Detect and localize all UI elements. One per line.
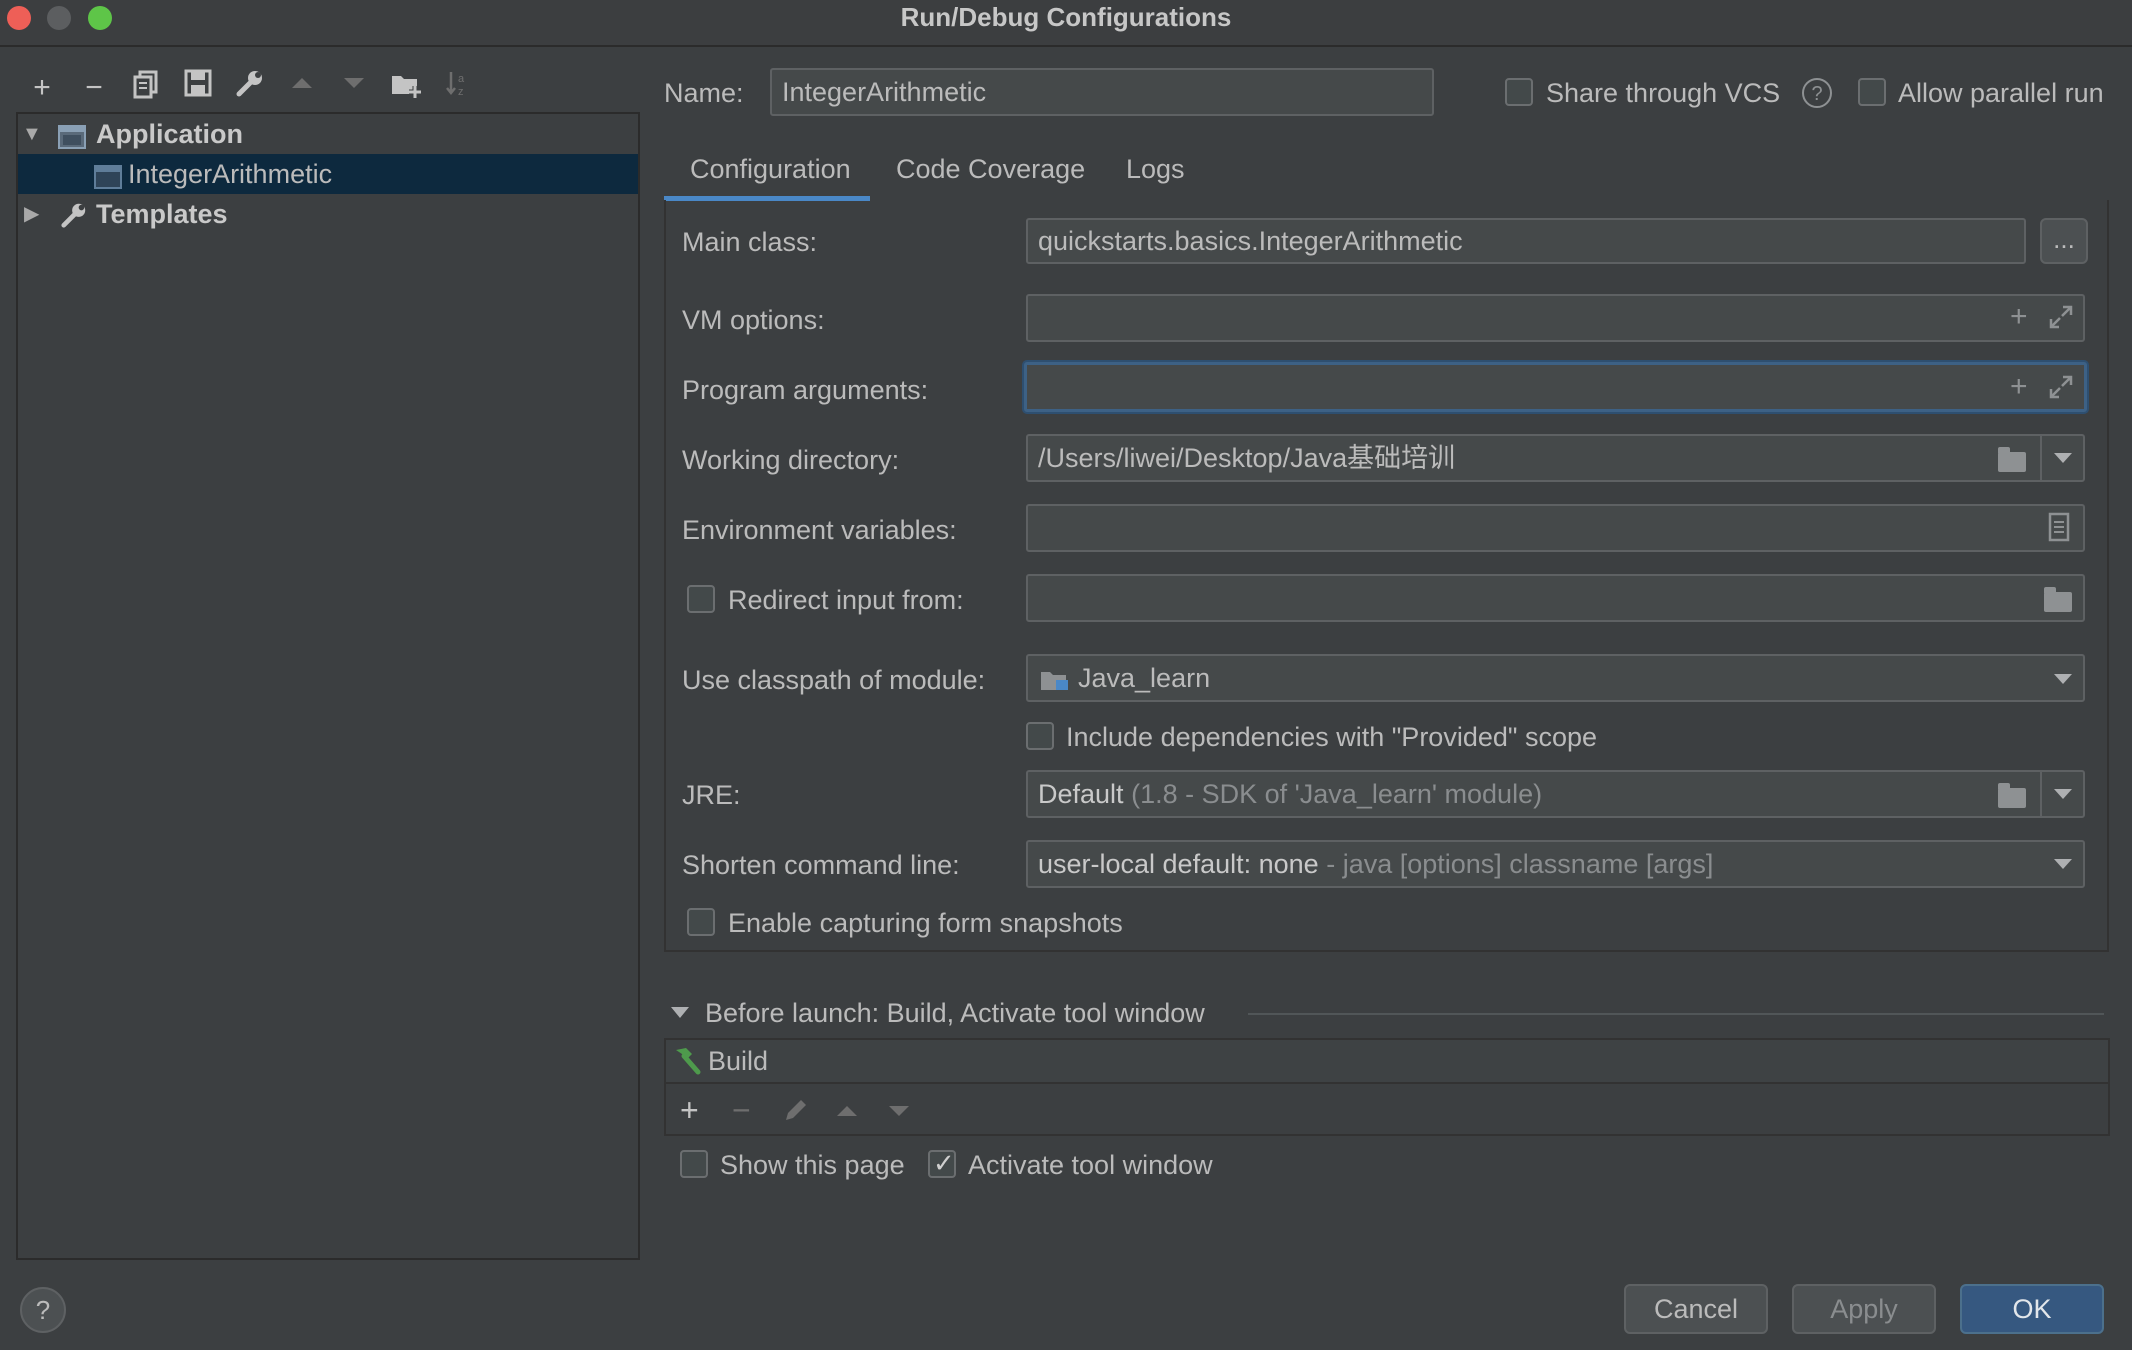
activate-tool-window-label: Activate tool window: [968, 1150, 1213, 1180]
help-icon[interactable]: ?: [1802, 78, 1832, 108]
shorten-command-select[interactable]: user-local default: none - java [options…: [1026, 840, 2085, 888]
edit-list-icon[interactable]: [2048, 512, 2070, 547]
dropdown-arrow-icon[interactable]: [2054, 789, 2072, 799]
shorten-command-value: user-local default: none: [1038, 849, 1319, 879]
classpath-module-label: Use classpath of module:: [682, 665, 986, 695]
vm-options-label: VM options:: [682, 305, 825, 335]
help-button[interactable]: ?: [20, 1287, 66, 1333]
tree-label-templates: Templates: [96, 199, 228, 229]
remove-task-icon[interactable]: −: [732, 1092, 751, 1129]
add-argument-icon[interactable]: +: [2010, 370, 2028, 404]
folder-icon[interactable]: [1998, 783, 2026, 808]
before-launch-title: Before launch: Build, Activate tool wind…: [705, 998, 1205, 1028]
wrench-icon: [60, 200, 88, 228]
sort-icon[interactable]: az: [438, 68, 478, 108]
program-arguments-input[interactable]: [1024, 362, 2087, 412]
add-task-icon[interactable]: +: [680, 1092, 699, 1129]
redirect-input-checkbox[interactable]: [687, 585, 715, 613]
configuration-tree-panel: [16, 112, 640, 1260]
separator: [2040, 436, 2042, 480]
wrench-icon[interactable]: [230, 68, 270, 108]
main-class-input[interactable]: quickstarts.basics.IntegerArithmetic: [1026, 218, 2026, 264]
classpath-module-value: Java_learn: [1078, 663, 1211, 693]
tree-label-config: IntegerArithmetic: [128, 159, 333, 189]
move-task-down-icon[interactable]: [886, 1100, 912, 1125]
tree-label-application: Application: [96, 119, 243, 149]
allow-parallel-label: Allow parallel run: [1898, 78, 2104, 108]
before-launch-divider: [1248, 1013, 2104, 1015]
folder-icon[interactable]: [2044, 587, 2072, 612]
working-directory-label: Working directory:: [682, 445, 900, 475]
move-down-icon[interactable]: [334, 68, 374, 108]
dropdown-arrow-icon[interactable]: [2054, 674, 2072, 684]
working-directory-input[interactable]: /Users/liwei/Desktop/Java基础培训: [1026, 434, 2085, 482]
jre-hint: (1.8 - SDK of 'Java_learn' module): [1131, 779, 1543, 809]
apply-button[interactable]: Apply: [1792, 1284, 1936, 1334]
classpath-module-select[interactable]: Java_learn: [1026, 654, 2085, 702]
move-task-up-icon[interactable]: [834, 1100, 860, 1125]
build-hammer-icon: [670, 1046, 702, 1081]
form-snapshots-checkbox[interactable]: [687, 908, 715, 936]
remove-icon[interactable]: −: [74, 68, 114, 108]
before-launch-item[interactable]: Build: [666, 1040, 2108, 1084]
form-snapshots-label: Enable capturing form snapshots: [728, 908, 1123, 938]
edit-task-icon[interactable]: [782, 1096, 810, 1129]
include-dependencies-label: Include dependencies with "Provided" sco…: [1066, 722, 1598, 752]
copy-icon[interactable]: [126, 68, 166, 108]
activate-tool-window-checkbox[interactable]: [928, 1148, 956, 1179]
module-folder-icon: [1040, 668, 1070, 699]
environment-variables-label: Environment variables:: [682, 515, 957, 545]
add-option-icon[interactable]: +: [2010, 300, 2028, 334]
svg-text:z: z: [458, 86, 464, 98]
tab-configuration[interactable]: Configuration: [690, 154, 851, 185]
jre-label: JRE:: [682, 780, 741, 810]
ok-button[interactable]: OK: [1960, 1284, 2104, 1334]
expand-triangle-icon[interactable]: ▼: [22, 114, 42, 154]
new-folder-icon[interactable]: [386, 68, 426, 108]
configuration-icon: [94, 161, 122, 189]
separator: [2040, 772, 2042, 816]
title-bar: Run/Debug Configurations: [0, 0, 2132, 47]
main-class-label: Main class:: [682, 227, 818, 257]
dropdown-arrow-icon[interactable]: [2054, 859, 2072, 869]
svg-text:a: a: [458, 73, 465, 85]
program-arguments-label: Program arguments:: [682, 375, 929, 405]
vm-options-input[interactable]: [1026, 294, 2085, 342]
move-up-icon[interactable]: [282, 68, 322, 108]
save-icon[interactable]: [178, 68, 218, 108]
redirect-input-label: Redirect input from:: [728, 585, 964, 615]
add-icon[interactable]: +: [22, 68, 62, 108]
application-icon: [58, 121, 86, 149]
environment-variables-input[interactable]: [1026, 504, 2085, 552]
dropdown-arrow-icon[interactable]: [2054, 453, 2072, 463]
folder-icon[interactable]: [1998, 447, 2026, 472]
show-page-checkbox[interactable]: [680, 1150, 708, 1178]
collapse-before-launch-icon[interactable]: [671, 1007, 689, 1018]
shorten-command-label: Shorten command line:: [682, 850, 960, 880]
tab-code-coverage[interactable]: Code Coverage: [896, 154, 1085, 185]
shorten-command-hint: - java [options] classname [args]: [1326, 849, 1714, 879]
name-label: Name:: [664, 78, 744, 108]
expand-icon[interactable]: [2048, 374, 2074, 405]
tab-logs[interactable]: Logs: [1126, 154, 1185, 185]
name-input[interactable]: IntegerArithmetic: [770, 68, 1434, 116]
expand-icon[interactable]: [2048, 304, 2074, 335]
browse-main-class-button[interactable]: ...: [2040, 218, 2088, 264]
share-vcs-checkbox[interactable]: [1505, 78, 1533, 106]
allow-parallel-checkbox[interactable]: [1858, 78, 1886, 106]
show-page-label: Show this page: [720, 1150, 905, 1180]
before-launch-item-label: Build: [708, 1046, 769, 1076]
share-vcs-label: Share through VCS: [1546, 78, 1781, 108]
jre-select[interactable]: Default (1.8 - SDK of 'Java_learn' modul…: [1026, 770, 2085, 818]
jre-value: Default: [1038, 779, 1124, 809]
cancel-button[interactable]: Cancel: [1624, 1284, 1768, 1334]
window-title: Run/Debug Configurations: [900, 2, 1232, 32]
include-dependencies-checkbox[interactable]: [1026, 722, 1054, 750]
collapse-triangle-icon[interactable]: ▶: [24, 194, 39, 234]
redirect-input-field[interactable]: [1026, 574, 2085, 622]
